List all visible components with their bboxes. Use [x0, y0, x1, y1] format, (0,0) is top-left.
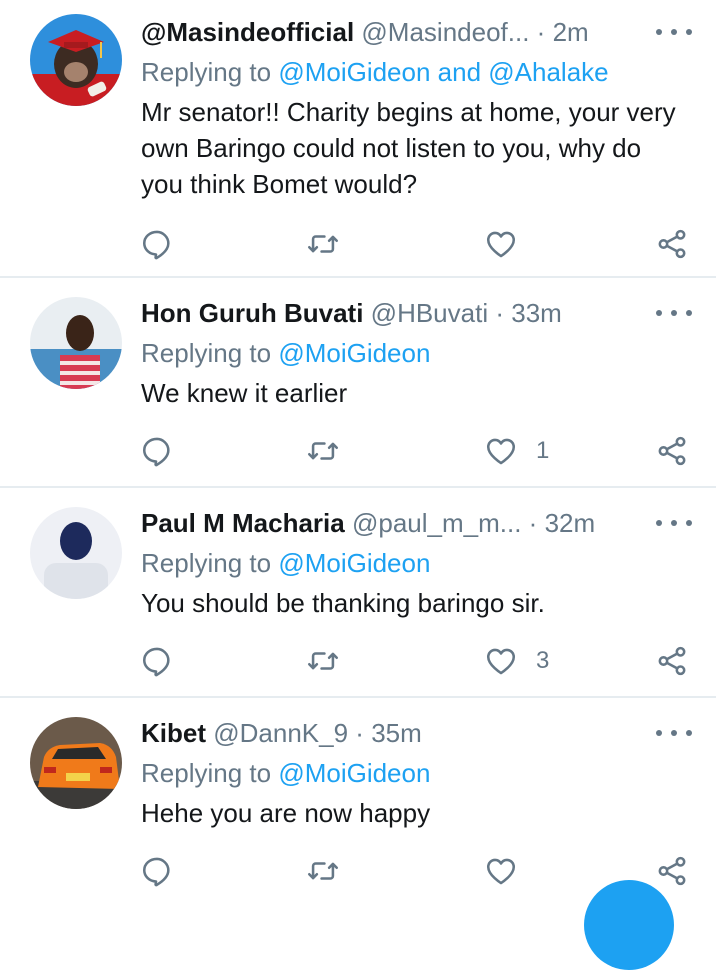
- retweet-button[interactable]: [306, 431, 358, 471]
- like-button[interactable]: [484, 224, 536, 264]
- like-button[interactable]: 3: [484, 641, 549, 681]
- reply-icon: [140, 434, 174, 468]
- display-name[interactable]: Kibet: [141, 718, 206, 748]
- replying-to: Replying to @MoiGideon: [141, 755, 430, 791]
- retweet-icon: [306, 434, 340, 468]
- reply-button[interactable]: [140, 851, 192, 891]
- heart-icon: [484, 854, 518, 888]
- like-count: 3: [536, 647, 550, 674]
- display-name[interactable]: Hon Guruh Buvati: [141, 298, 363, 328]
- replying-to-mentions[interactable]: @MoiGideon and @Ahalake: [278, 57, 608, 87]
- retweet-icon: [306, 644, 340, 678]
- display-name[interactable]: @Masindeofficial: [141, 17, 354, 47]
- user-handle[interactable]: @HBuvati: [371, 298, 488, 328]
- like-button[interactable]: [484, 851, 536, 891]
- share-button[interactable]: [655, 641, 689, 681]
- share-button[interactable]: [655, 431, 689, 471]
- replying-to: Replying to @MoiGideon: [141, 335, 430, 371]
- retweet-icon: [306, 854, 340, 888]
- replying-to-mentions[interactable]: @MoiGideon: [278, 338, 430, 368]
- tweet-actions: 3: [0, 641, 720, 681]
- tweet-text: We knew it earlier: [141, 378, 348, 408]
- chimp-graduate-avatar[interactable]: [30, 14, 122, 106]
- reply-icon: [140, 227, 174, 261]
- timestamp[interactable]: 2m: [553, 17, 589, 47]
- tweet-actions: 1: [0, 431, 720, 471]
- person-hoodie-avatar[interactable]: [30, 507, 122, 599]
- user-handle[interactable]: @Masindeof...: [361, 17, 529, 47]
- replying-to-mentions[interactable]: @MoiGideon: [278, 548, 430, 578]
- share-button[interactable]: [655, 224, 689, 264]
- share-icon: [655, 434, 689, 468]
- replying-to-prefix: Replying to: [141, 57, 279, 87]
- retweet-icon: [306, 227, 340, 261]
- reply-button[interactable]: [140, 431, 192, 471]
- separator-dot: ·: [495, 298, 505, 328]
- tweet-text: You should be thanking baringo sir.: [141, 588, 545, 618]
- replying-to-prefix: Replying to: [141, 758, 279, 788]
- heart-icon: [484, 644, 518, 678]
- retweet-button[interactable]: [306, 224, 358, 264]
- share-icon: [655, 227, 689, 261]
- heart-icon: [484, 434, 518, 468]
- heart-icon: [484, 227, 518, 261]
- orange-car-avatar[interactable]: [30, 717, 122, 809]
- replying-to-prefix: Replying to: [141, 338, 279, 368]
- timestamp[interactable]: 32m: [545, 508, 596, 538]
- retweet-button[interactable]: [306, 641, 358, 681]
- tweet-text: Mr senator!! Charity begins at home, you…: [141, 97, 676, 199]
- display-name[interactable]: Paul M Macharia: [141, 508, 345, 538]
- user-handle[interactable]: @paul_m_m...: [352, 508, 521, 538]
- reply-button[interactable]: [140, 224, 192, 264]
- reply-button[interactable]: [140, 641, 192, 681]
- separator-dot: ·: [528, 508, 538, 538]
- share-icon: [655, 644, 689, 678]
- replying-to: Replying to @MoiGideon and @Ahalake: [141, 54, 609, 90]
- reply-icon: [140, 854, 174, 888]
- compose-button[interactable]: [584, 880, 674, 970]
- like-count: 1: [536, 437, 550, 464]
- more-options-icon[interactable]: [656, 721, 692, 745]
- tweet-divider: [0, 696, 716, 698]
- tweet-divider: [0, 486, 716, 488]
- share-button[interactable]: [655, 851, 689, 891]
- replying-to-mentions[interactable]: @MoiGideon: [278, 758, 430, 788]
- share-icon: [655, 854, 689, 888]
- timestamp[interactable]: 33m: [511, 298, 562, 328]
- more-options-icon[interactable]: [656, 511, 692, 535]
- replying-to: Replying to @MoiGideon: [141, 545, 430, 581]
- replying-to-prefix: Replying to: [141, 548, 279, 578]
- separator-dot: ·: [536, 17, 546, 47]
- retweet-button[interactable]: [306, 851, 358, 891]
- person-striped-shirt-avatar[interactable]: [30, 297, 122, 389]
- tweet-divider: [0, 276, 716, 278]
- timestamp[interactable]: 35m: [371, 718, 422, 748]
- tweet-text: Hehe you are now happy: [141, 798, 431, 828]
- separator-dot: ·: [355, 718, 364, 748]
- more-options-icon[interactable]: [656, 301, 692, 325]
- tweet-actions: [0, 224, 720, 264]
- more-options-icon[interactable]: [656, 20, 692, 44]
- like-button[interactable]: 1: [484, 431, 549, 471]
- user-handle[interactable]: @DannK_9: [213, 718, 348, 748]
- reply-icon: [140, 644, 174, 678]
